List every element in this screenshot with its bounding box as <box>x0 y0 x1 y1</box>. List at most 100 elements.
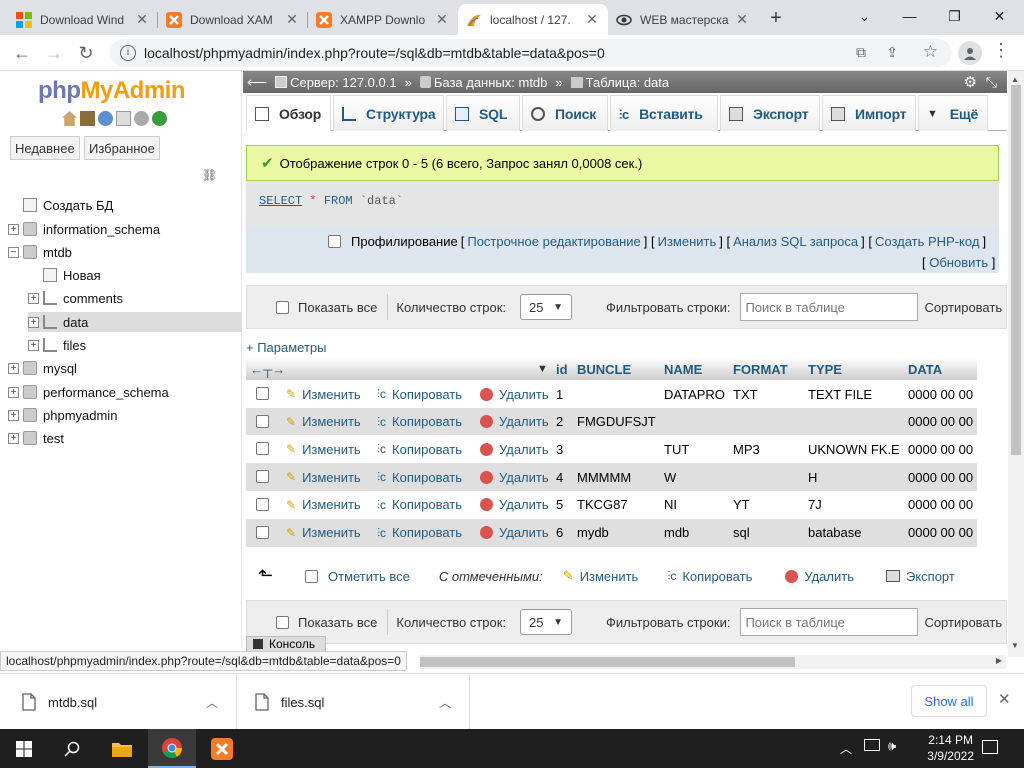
expand-icon[interactable]: + <box>8 432 19 444</box>
row-checkbox[interactable] <box>256 525 269 539</box>
row-delete-button[interactable]: Удалить <box>480 519 549 547</box>
expand-icon[interactable]: + <box>8 386 19 398</box>
cell-buncle[interactable]: TKCG87 <box>577 491 628 519</box>
show-all-downloads-button[interactable]: Show all <box>911 685 987 717</box>
cell-type[interactable]: UKNOWN FK.E <box>808 435 900 463</box>
address-bar[interactable]: i localhost/phpmyadmin/index.php?route=/… <box>110 39 952 67</box>
inline-edit-link[interactable]: Построчное редактирование <box>467 234 640 249</box>
cell-buncle[interactable]: mydb <box>577 519 609 547</box>
tab-sql[interactable]: SQL <box>446 95 520 131</box>
row-delete-button[interactable]: Удалить <box>480 491 549 519</box>
link-chain-icon[interactable]: ⛓ <box>202 168 217 182</box>
row-checkbox[interactable] <box>256 387 269 400</box>
bulk-export-button[interactable]: Экспорт <box>906 569 955 584</box>
check-all-label[interactable]: Отметить все <box>328 569 410 584</box>
expand-icon[interactable]: + <box>28 339 39 351</box>
docs-icon[interactable] <box>116 111 131 126</box>
restore-button[interactable]: ❐ <box>932 0 977 32</box>
row-delete-button[interactable]: Удалить <box>480 408 549 436</box>
row-copy-button[interactable]: ⫶c Копировать <box>377 408 462 436</box>
close-icon[interactable]: ✕ <box>584 11 600 28</box>
expand-icon[interactable]: + <box>28 316 39 328</box>
row-copy-button[interactable]: ⫶c Копировать <box>377 463 462 491</box>
phpmyadmin-logo[interactable]: phpMyAdmin <box>38 77 185 105</box>
cell-data[interactable]: 0000 00 00 <box>908 380 973 408</box>
filter-rows-input[interactable]: Поиск в таблице <box>740 293 919 321</box>
notifications-icon[interactable] <box>982 740 998 754</box>
cell-buncle[interactable]: MMMMM <box>577 463 631 491</box>
row-checkbox[interactable] <box>256 414 269 428</box>
cell-data[interactable]: 0000 00 00 <box>908 519 973 547</box>
close-icon[interactable]: ✕ <box>434 11 450 28</box>
expand-icon[interactable]: + <box>8 362 19 374</box>
column-header-name[interactable]: NAME <box>664 358 702 380</box>
scroll-down-arrow-icon[interactable]: ▼ <box>1011 641 1019 650</box>
chrome-taskbar-button[interactable] <box>148 729 196 768</box>
recent-tables-button[interactable]: Недавнее <box>10 136 80 160</box>
collapse-arrow-icon[interactable]: ⟵ <box>247 74 267 91</box>
breadcrumb-server[interactable]: Сервер: 127.0.0.1 <box>290 75 397 90</box>
bookmark-star-icon[interactable]: ☆ <box>923 42 938 62</box>
forward-button[interactable]: → <box>40 39 68 67</box>
tree-item-mtdb[interactable]: − mtdb <box>8 242 72 262</box>
download-item[interactable]: mtdb.sql ︿ <box>0 674 237 730</box>
row-checkbox[interactable] <box>256 497 269 511</box>
row-checkbox[interactable] <box>256 442 269 456</box>
tab-search-button[interactable]: ⌄ <box>842 0 887 32</box>
row-delete-button[interactable]: Удалить <box>480 435 549 463</box>
search-button[interactable] <box>48 729 96 768</box>
column-header-buncle[interactable]: BUNCLE <box>577 358 631 380</box>
new-tab-button[interactable]: + <box>762 5 790 31</box>
show-all-checkbox[interactable] <box>276 300 289 314</box>
settings-gear-icon[interactable] <box>134 111 149 126</box>
close-icon[interactable]: ✕ <box>134 11 150 28</box>
browser-tab-web-workshop[interactable]: WEB мастерска ✕ <box>608 4 758 35</box>
column-header-id[interactable]: id <box>556 358 568 380</box>
chevron-up-icon[interactable]: ︿ <box>206 694 218 711</box>
cell-id[interactable]: 2 <box>556 408 563 436</box>
cell-id[interactable]: 3 <box>556 435 563 463</box>
check-all-checkbox[interactable] <box>305 569 318 583</box>
scroll-right-arrow-icon[interactable]: ▶ <box>996 656 1002 665</box>
tree-item-information-schema[interactable]: + information_schema <box>8 219 160 239</box>
home-icon[interactable] <box>62 111 77 126</box>
cell-format[interactable]: TXT <box>733 380 758 408</box>
cell-format[interactable]: YT <box>733 491 750 519</box>
bulk-copy-button[interactable]: Копировать <box>682 569 752 584</box>
cell-type[interactable]: H <box>808 463 817 491</box>
help-icon[interactable] <box>98 111 113 126</box>
cell-name[interactable]: mdb <box>664 519 689 547</box>
cell-data[interactable]: 0000 00 00 <box>908 435 973 463</box>
breadcrumb-table[interactable]: Таблица: data <box>586 75 670 90</box>
row-copy-button[interactable]: ⫶c Копировать <box>377 519 462 547</box>
reload-button[interactable]: ↻ <box>72 39 100 67</box>
column-header-data[interactable]: DATA <box>908 358 942 380</box>
close-icon[interactable]: ✕ <box>734 11 750 28</box>
cell-name[interactable]: DATAPRO <box>664 380 725 408</box>
edit-query-link[interactable]: Изменить <box>658 234 717 249</box>
create-php-code-link[interactable]: Создать PHP-код <box>875 234 979 249</box>
cell-id[interactable]: 6 <box>556 519 563 547</box>
minimize-button[interactable]: — <box>887 0 932 32</box>
chevron-up-icon[interactable]: ︿ <box>439 694 451 711</box>
system-clock[interactable]: 2:14 PM 3/9/2022 <box>927 732 974 764</box>
scrollbar-thumb[interactable] <box>1011 85 1021 455</box>
row-copy-button[interactable]: ⫶c Копировать <box>377 435 462 463</box>
expand-icon[interactable]: + <box>8 409 19 421</box>
tree-item-performance-schema[interactable]: + performance_schema <box>8 382 169 402</box>
options-link[interactable]: + Параметры <box>246 340 327 355</box>
tree-item-files[interactable]: + files <box>28 335 86 355</box>
cell-name[interactable]: NI <box>664 491 677 519</box>
tree-item-mysql[interactable]: + mysql <box>8 358 77 378</box>
tab-structure[interactable]: Структура <box>333 95 444 131</box>
close-icon[interactable]: ✕ <box>998 690 1011 708</box>
tab-insert[interactable]: ⫶c Вставить <box>610 95 718 131</box>
cell-id[interactable]: 4 <box>556 463 563 491</box>
column-header-format[interactable]: FORMAT <box>733 358 788 380</box>
cell-type[interactable]: batabase <box>808 519 862 547</box>
translate-icon[interactable]: ⧉ <box>856 44 866 61</box>
download-item[interactable]: files.sql ︿ <box>237 674 470 730</box>
row-edit-button[interactable]: ✎ Изменить <box>286 463 361 491</box>
horizontal-scrollbar[interactable]: ▶ <box>420 655 1006 669</box>
profile-avatar[interactable] <box>958 41 982 65</box>
